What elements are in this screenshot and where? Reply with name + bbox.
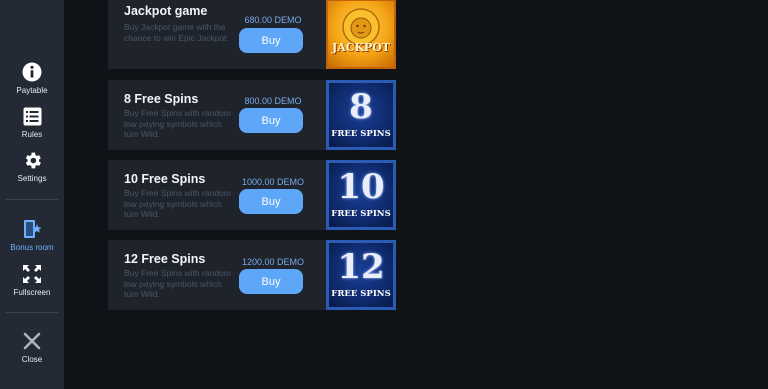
sidebar-item-paytable[interactable]: Paytable [0,61,64,101]
sidebar-item-rules[interactable]: Rules [0,105,64,145]
buy-button[interactable]: Buy [239,108,303,133]
sidebar-item-close[interactable]: Close [0,330,64,370]
offer-card-12-free-spins: 12 Free Spins Buy Free Spins with random… [108,240,396,310]
thumbnail-label: JACKPOT [331,41,391,54]
offer-price: 1000.00 DEMO [241,177,305,187]
offer-price: 680.00 DEMO [244,15,302,25]
sidebar-divider [6,312,58,313]
offer-title: 12 Free Spins [124,252,206,266]
thumbnail-label: FREE SPINS [331,129,391,139]
sidebar-item-fullscreen[interactable]: Fullscreen [0,263,64,303]
sidebar-item-label: Rules [21,130,43,139]
offer-price: 800.00 DEMO [244,96,302,106]
sidebar-item-label: Bonus room [10,243,54,252]
offer-description: Buy Free Spins with random low paying sy… [124,268,231,299]
buy-button[interactable]: Buy [239,189,303,214]
offer-title: 10 Free Spins [124,172,206,186]
gear-icon [21,149,43,171]
offer-description: Buy Free Spins with random low paying sy… [124,188,231,219]
bonus-door-icon [21,218,43,240]
sidebar-item-label: Paytable [16,86,48,95]
offer-card-jackpot: Jackpot game Buy Jackpot game with the c… [108,0,396,69]
thumbnail-label: FREE SPINS [331,209,391,219]
bonus-buy-screen: Paytable Rules Settings Bonus room Fulls… [0,0,768,389]
info-icon [21,61,43,83]
list-icon [21,105,43,127]
offer-price: 1200.00 DEMO [241,257,305,267]
fullscreen-icon [21,263,43,285]
thumbnail-number: 10 [337,167,385,207]
buy-button[interactable]: Buy [239,269,303,294]
offer-description: Buy Free Spins with random low paying sy… [124,108,231,139]
thumbnail-label: FREE SPINS [331,289,391,299]
free-spins-thumbnail: 10 FREE SPINS [326,160,396,230]
offer-card-8-free-spins: 8 Free Spins Buy Free Spins with random … [108,80,396,150]
buy-button[interactable]: Buy [239,28,303,53]
sidebar-divider [6,199,58,200]
sidebar: Paytable Rules Settings Bonus room Fulls… [0,0,64,389]
sidebar-item-label: Close [21,355,43,364]
lion-emblem-icon [342,8,380,46]
offer-title: Jackpot game [124,4,208,18]
sidebar-item-bonus-room[interactable]: Bonus room [0,218,64,258]
thumbnail-number: 12 [337,247,385,287]
close-icon [21,330,43,352]
sidebar-item-label: Fullscreen [13,288,51,297]
sidebar-item-settings[interactable]: Settings [0,149,64,189]
sidebar-item-label: Settings [17,174,47,183]
free-spins-thumbnail: 8 FREE SPINS [326,80,396,150]
jackpot-thumbnail: JACKPOT [326,0,396,69]
free-spins-thumbnail: 12 FREE SPINS [326,240,396,310]
offer-card-10-free-spins: 10 Free Spins Buy Free Spins with random… [108,160,396,230]
offer-title: 8 Free Spins [124,92,199,106]
thumbnail-number: 8 [349,87,373,127]
offer-description: Buy Jackpot game with the chance to win … [124,22,229,43]
